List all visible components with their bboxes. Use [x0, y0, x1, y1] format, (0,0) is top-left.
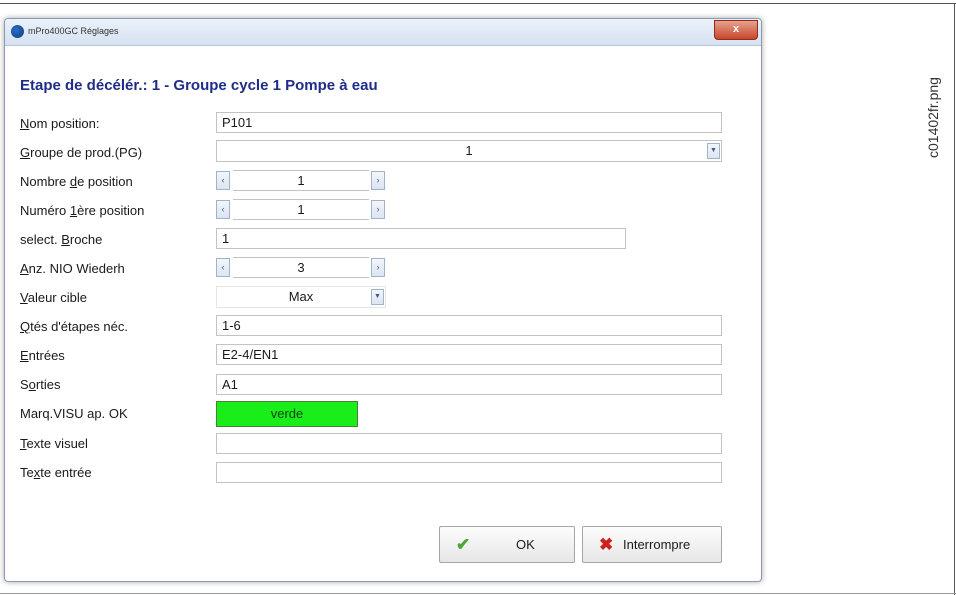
frame-right-border [954, 3, 955, 595]
chevron-down-icon[interactable]: ▼ [707, 143, 720, 159]
label-valeur-cible: Valeur cible [20, 290, 87, 305]
label-nombre-position: Nombre de position [20, 174, 133, 189]
decrement-button[interactable]: ‹ [216, 171, 230, 190]
numero-premiere-value[interactable]: 1 [233, 199, 369, 220]
nom-position-input[interactable]: P101 [216, 112, 722, 133]
select-broche-input[interactable]: 1 [216, 228, 626, 249]
label-texte-visuel: Texte visuel [20, 436, 88, 451]
groupe-prod-select[interactable]: 1 ▼ [216, 140, 722, 162]
label-nom-position: Nom position: [20, 116, 100, 131]
ok-button-label: OK [516, 537, 535, 552]
window-title: mPro400GC Réglages [28, 26, 119, 36]
decrement-button[interactable]: ‹ [216, 200, 230, 219]
frame-bottom-border [0, 593, 956, 594]
numero-premiere-stepper[interactable]: ‹ 1 › [216, 199, 386, 220]
marq-visu-color-field[interactable]: verde [216, 401, 358, 427]
cancel-button[interactable]: ✖ Interrompre [582, 526, 722, 563]
label-groupe-prod: Groupe de prod.(PG) [20, 145, 143, 160]
texte-visuel-input[interactable] [216, 433, 722, 454]
increment-button[interactable]: › [371, 258, 385, 277]
close-button[interactable]: x [714, 20, 758, 40]
settings-window: mPro400GC Réglages x Etape de décélér.: … [4, 18, 762, 582]
figure-file-label: c01402fr.png [925, 77, 941, 158]
label-numero-premiere-position: Numéro 1ère position [20, 203, 145, 218]
nombre-position-value[interactable]: 1 [233, 170, 369, 191]
page-title: Etape de décélér.: 1 - Groupe cycle 1 Po… [20, 77, 378, 94]
label-texte-entree: Texte entrée [20, 465, 92, 480]
decrement-button[interactable]: ‹ [216, 258, 230, 277]
chevron-down-icon[interactable]: ▼ [371, 289, 384, 305]
groupe-prod-value: 1 [465, 143, 473, 158]
valeur-cible-value: Max [288, 289, 314, 304]
valeur-cible-select[interactable]: Max ▼ [216, 286, 386, 308]
label-select-broche: select. Broche [20, 232, 103, 247]
title-bar[interactable]: mPro400GC Réglages x [5, 19, 761, 46]
ok-button[interactable]: ✔ OK [439, 526, 575, 563]
label-qtes-etapes: Qtés d'étapes néc. [20, 319, 129, 334]
anz-nio-value[interactable]: 3 [233, 257, 369, 278]
texte-entree-input[interactable] [216, 462, 722, 483]
label-entrees: Entrées [20, 348, 65, 363]
label-anz-nio: Anz. NIO Wiederh [20, 261, 125, 276]
label-sorties: Sorties [20, 377, 61, 392]
app-logo-icon [11, 25, 24, 38]
sorties-input[interactable]: A1 [216, 374, 722, 395]
increment-button[interactable]: › [371, 200, 385, 219]
label-marq-visu: Marq.VISU ap. OK [20, 406, 128, 421]
nombre-position-stepper[interactable]: ‹ 1 › [216, 170, 386, 191]
entrees-input[interactable]: E2-4/EN1 [216, 344, 722, 365]
checkmark-icon: ✔ [456, 535, 471, 554]
qtes-etapes-input[interactable]: 1-6 [216, 315, 722, 336]
anz-nio-stepper[interactable]: ‹ 3 › [216, 257, 386, 278]
close-icon: ✖ [599, 535, 614, 554]
increment-button[interactable]: › [371, 171, 385, 190]
cancel-button-label: Interrompre [623, 537, 691, 552]
frame-top-border [0, 3, 956, 4]
